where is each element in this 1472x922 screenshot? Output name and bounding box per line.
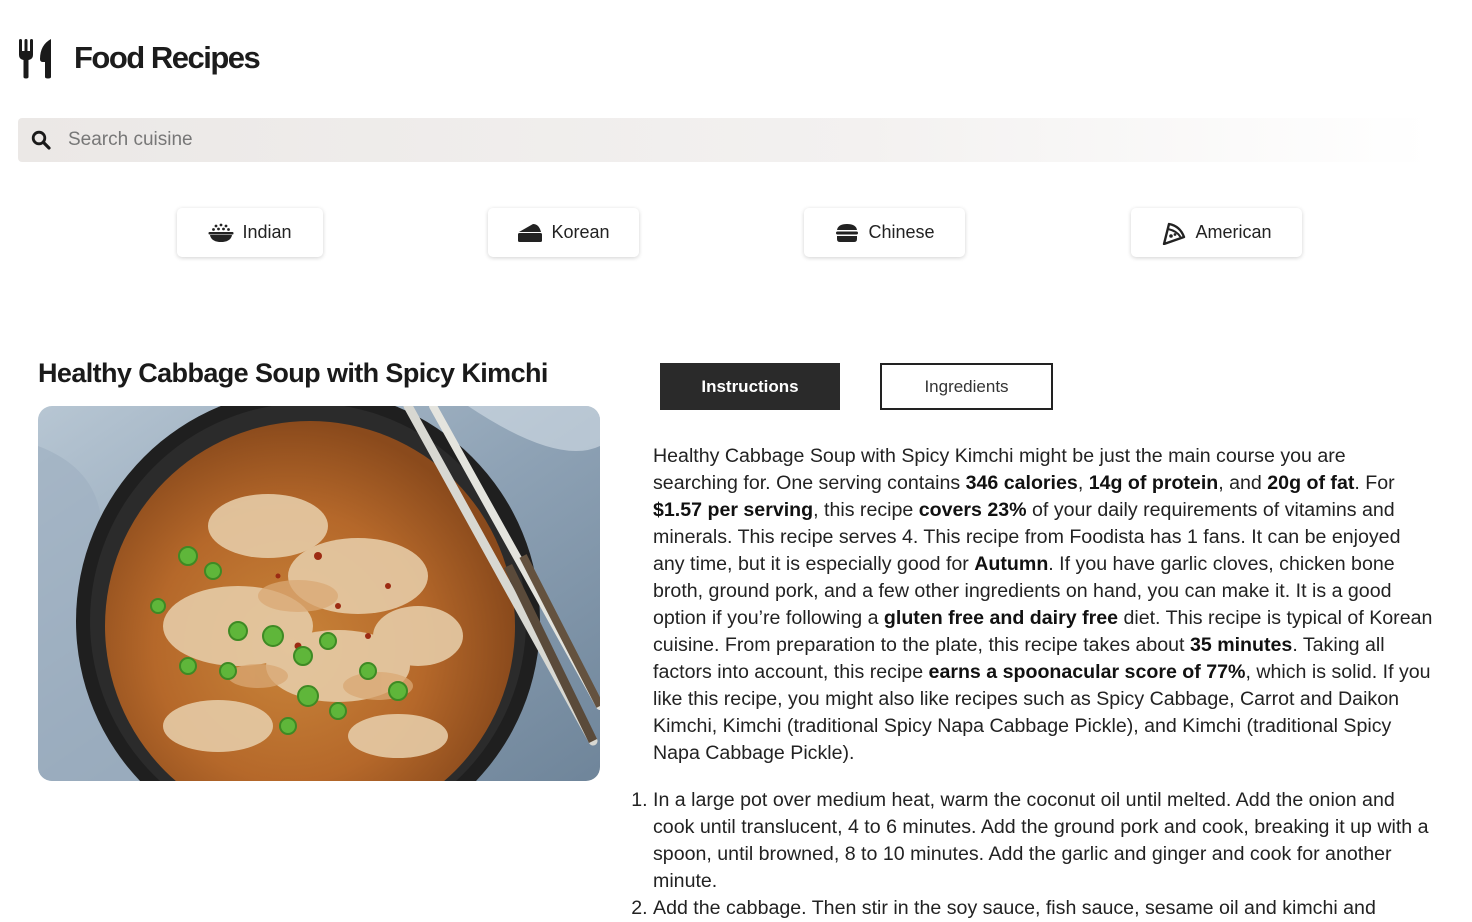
summary-highlight: 35 minutes xyxy=(1189,634,1293,656)
summary-highlight: earns a spoonacular score of 77% xyxy=(928,661,1246,683)
recipe-image xyxy=(38,406,600,781)
summary-highlight: $1.57 per serving xyxy=(653,499,814,521)
bowl-rice-icon xyxy=(208,222,234,244)
instruction-step: In a large pot over medium heat, warm th… xyxy=(653,787,1433,895)
cake-slice-icon xyxy=(517,222,543,244)
instruction-steps: In a large pot over medium heat, warm th… xyxy=(653,787,1433,922)
category-label: Chinese xyxy=(868,222,935,242)
category-label: American xyxy=(1195,222,1272,242)
search-bar xyxy=(18,118,1432,162)
recipe-title: Healthy Cabbage Soup with Spicy Kimchi xyxy=(38,358,548,388)
summary-text: , and xyxy=(1218,472,1268,494)
summary-text: , xyxy=(1077,472,1089,494)
utensils-icon xyxy=(18,36,54,80)
app-header: Food Recipes xyxy=(18,36,261,80)
pizza-slice-icon xyxy=(1161,222,1187,245)
summary-highlight: Autumn xyxy=(974,553,1049,575)
category-korean-button[interactable]: Korean xyxy=(488,208,639,257)
search-input[interactable] xyxy=(68,129,1368,151)
burger-icon xyxy=(834,222,860,244)
summary-highlight: 346 calories xyxy=(965,472,1078,494)
summary-highlight: 14g of protein xyxy=(1088,472,1219,494)
summary-text: , this recipe xyxy=(813,499,919,521)
category-label: Indian xyxy=(242,222,292,242)
tab-instructions[interactable]: Instructions xyxy=(660,363,840,410)
instruction-step: Add the cabbage. Then stir in the soy sa… xyxy=(653,895,1433,922)
summary-highlight: covers 23% xyxy=(918,499,1027,521)
summary-highlight: gluten free and dairy free xyxy=(883,607,1119,629)
summary-highlight: 20g of fat xyxy=(1267,472,1355,494)
app-title: Food Recipes xyxy=(74,40,261,75)
category-label: Korean xyxy=(551,222,610,242)
category-american-button[interactable]: American xyxy=(1131,208,1302,257)
tab-ingredients[interactable]: Ingredients xyxy=(880,363,1053,410)
category-indian-button[interactable]: Indian xyxy=(177,208,323,257)
recipe-summary: Healthy Cabbage Soup with Spicy Kimchi m… xyxy=(653,443,1433,767)
category-chinese-button[interactable]: Chinese xyxy=(804,208,965,257)
search-icon[interactable] xyxy=(30,129,52,151)
summary-text: . For xyxy=(1354,472,1395,494)
